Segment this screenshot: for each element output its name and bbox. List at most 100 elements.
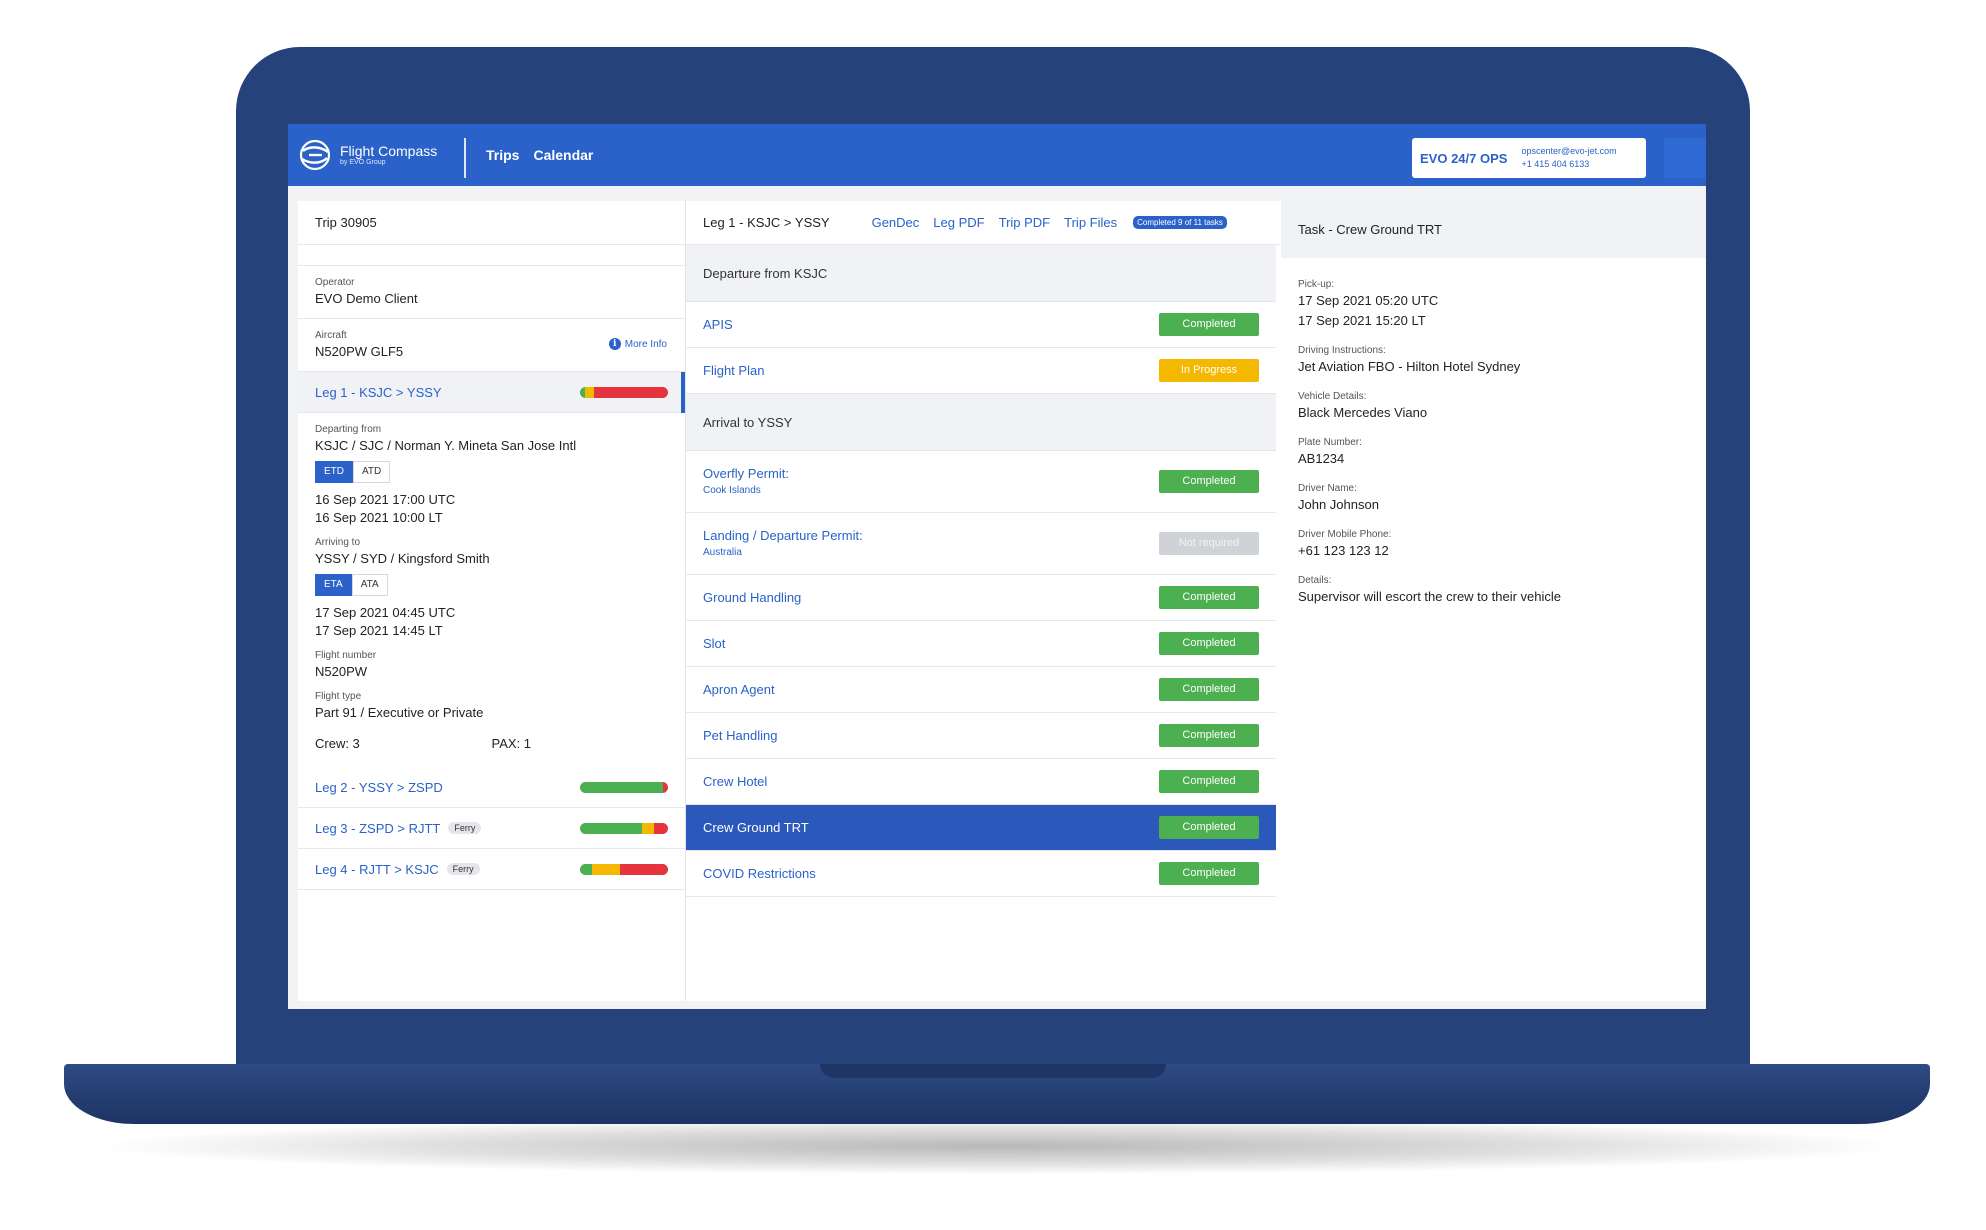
crew-count: Crew: 3 <box>315 736 360 751</box>
details-field: Details: Supervisor will escort the crew… <box>1298 574 1689 607</box>
driving-value: Jet Aviation FBO - Hilton Hotel Sydney <box>1298 359 1521 374</box>
ferry-badge: Ferry <box>446 863 480 875</box>
leg-status-bar <box>580 781 668 793</box>
more-info-link[interactable]: i More Info <box>608 338 667 350</box>
task-name: Ground Handling <box>703 590 802 605</box>
task-row-apron-agent[interactable]: Apron Agent Completed <box>686 667 1276 713</box>
status-badge: Completed <box>1159 862 1259 885</box>
header-menu-area[interactable] <box>1664 138 1706 178</box>
bar-segment-progress <box>585 386 595 398</box>
leg-pdf-link[interactable]: Leg PDF <box>933 215 984 230</box>
task-detail-title: Task - Crew Ground TRT <box>1281 201 1706 258</box>
leg-tasks-panel: Leg 1 - KSJC > YSSY GenDec Leg PDF Trip … <box>686 201 1281 1001</box>
trip-spacer <box>298 245 685 266</box>
driver-value: John Johnson <box>1298 497 1379 512</box>
status-badge: Completed <box>1159 470 1259 493</box>
operator-value: EVO Demo Client <box>315 291 418 306</box>
gendec-link[interactable]: GenDec <box>872 215 920 230</box>
flight-number-value: N520PW <box>315 664 368 679</box>
brand[interactable]: Flight Compass by EVO Group <box>298 136 437 174</box>
arriving-value: YSSY / SYD / Kingsford Smith <box>315 551 490 566</box>
bar-segment-complete <box>580 781 663 793</box>
task-name: Crew Hotel <box>703 774 768 789</box>
laptop-shadow <box>110 1118 1886 1174</box>
departure-time-toggle: ETD ATD <box>315 461 668 483</box>
task-row-pet-handling[interactable]: Pet Handling Completed <box>686 713 1276 759</box>
driver-phone-value: +61 123 123 12 <box>1298 543 1389 558</box>
status-badge: Not required <box>1159 532 1259 555</box>
driver-field: Driver Name: John Johnson <box>1298 482 1689 515</box>
flight-type-value: Part 91 / Executive or Private <box>315 705 484 720</box>
app-screen: Flight Compass by EVO Group Trips Calend… <box>288 124 1706 1009</box>
bar-segment-complete <box>580 863 593 875</box>
trip-pdf-link[interactable]: Trip PDF <box>999 215 1051 230</box>
bar-segment-progress <box>592 863 621 875</box>
ops-email-link[interactable]: opscenter@evo-jet.com <box>1521 145 1616 158</box>
trip-files-link[interactable]: Trip Files <box>1064 215 1117 230</box>
ops-contact-box: EVO 24/7 OPS opscenter@evo-jet.com +1 41… <box>1412 138 1646 178</box>
leg-status-bar <box>580 822 668 834</box>
arriving-label: Arriving to <box>315 537 361 548</box>
bar-segment-pending <box>653 822 668 834</box>
driving-field: Driving Instructions: Jet Aviation FBO -… <box>1298 344 1689 377</box>
task-row-crew-ground-trt[interactable]: Crew Ground TRT Completed <box>686 805 1276 851</box>
arrival-lt: 17 Sep 2021 14:45 LT <box>315 623 443 638</box>
status-badge: Completed <box>1159 816 1259 839</box>
task-name: Crew Ground TRT <box>703 820 809 835</box>
trip-panel: Trip 30905 Operator EVO Demo Client Airc… <box>298 201 686 1001</box>
leg-label: Leg 3 - ZSPD > RJTT <box>315 820 441 836</box>
main-nav: Trips Calendar <box>486 147 593 163</box>
details-value: Supervisor will escort the crew to their… <box>1298 589 1561 604</box>
brand-name: Flight Compass <box>340 142 438 159</box>
driver-phone-label: Driver Mobile Phone: <box>1298 529 1392 540</box>
task-row-landing-permit[interactable]: Landing / Departure Permit: Australia No… <box>686 513 1276 575</box>
status-badge: Completed <box>1159 724 1259 747</box>
ata-toggle[interactable]: ATA <box>351 574 388 596</box>
etd-toggle[interactable]: ETD <box>315 461 353 483</box>
status-badge: Completed <box>1159 313 1259 336</box>
task-row-slot[interactable]: Slot Completed <box>686 621 1276 667</box>
aircraft-block: Aircraft N520PW GLF5 i More Info <box>298 319 685 372</box>
nav-calendar[interactable]: Calendar <box>533 147 593 163</box>
leg-row-3[interactable]: Leg 3 - ZSPD > RJTT Ferry <box>298 808 685 849</box>
plate-label: Plate Number: <box>1298 437 1362 448</box>
departure-section-header: Departure from KSJC <box>686 245 1276 302</box>
trip-title: Trip 30905 <box>298 201 685 245</box>
task-row-overfly-permit[interactable]: Overfly Permit: Cook Islands Completed <box>686 451 1276 513</box>
info-icon: i <box>608 338 621 350</box>
vehicle-field: Vehicle Details: Black Mercedes Viano <box>1298 390 1689 423</box>
leg-status-bar <box>580 863 668 875</box>
flight-number-label: Flight number <box>315 650 377 661</box>
departure-utc: 16 Sep 2021 17:00 UTC <box>315 492 456 507</box>
plate-value: AB1234 <box>1298 451 1345 466</box>
departure-lt: 16 Sep 2021 10:00 LT <box>315 510 443 525</box>
status-badge: Completed <box>1159 586 1259 609</box>
arrival-utc: 17 Sep 2021 04:45 UTC <box>315 605 456 620</box>
eta-toggle[interactable]: ETA <box>315 574 352 596</box>
details-label: Details: <box>1298 575 1332 586</box>
flight-type-label: Flight type <box>315 691 362 702</box>
task-subtitle: Cook Islands <box>703 485 761 496</box>
ops-phone-link[interactable]: +1 415 404 6133 <box>1521 158 1616 171</box>
ops-label: EVO 24/7 OPS <box>1420 150 1508 166</box>
task-name: Pet Handling <box>703 728 778 743</box>
leg-row-4[interactable]: Leg 4 - RJTT > KSJC Ferry <box>298 849 685 890</box>
leg-row-2[interactable]: Leg 2 - YSSY > ZSPD <box>298 767 685 808</box>
driver-label: Driver Name: <box>1298 483 1357 494</box>
task-row-ground-handling[interactable]: Ground Handling Completed <box>686 575 1276 621</box>
task-row-covid-restrictions[interactable]: COVID Restrictions Completed <box>686 851 1276 897</box>
task-row-flight-plan[interactable]: Flight Plan In Progress <box>686 348 1276 394</box>
leg-label: Leg 2 - YSSY > ZSPD <box>315 779 443 795</box>
task-row-apis[interactable]: APIS Completed <box>686 302 1276 348</box>
task-row-crew-hotel[interactable]: Crew Hotel Completed <box>686 759 1276 805</box>
bar-segment-pending <box>662 781 668 793</box>
atd-toggle[interactable]: ATD <box>353 461 391 483</box>
nav-trips[interactable]: Trips <box>486 147 519 163</box>
status-badge: Completed <box>1159 770 1259 793</box>
vehicle-value: Black Mercedes Viano <box>1298 405 1428 420</box>
task-name: Apron Agent <box>703 682 775 697</box>
task-name: Flight Plan <box>703 363 765 378</box>
task-name: APIS <box>703 317 733 332</box>
leg-toolbar: Leg 1 - KSJC > YSSY GenDec Leg PDF Trip … <box>686 201 1281 245</box>
leg-row-1[interactable]: Leg 1 - KSJC > YSSY <box>298 372 685 413</box>
